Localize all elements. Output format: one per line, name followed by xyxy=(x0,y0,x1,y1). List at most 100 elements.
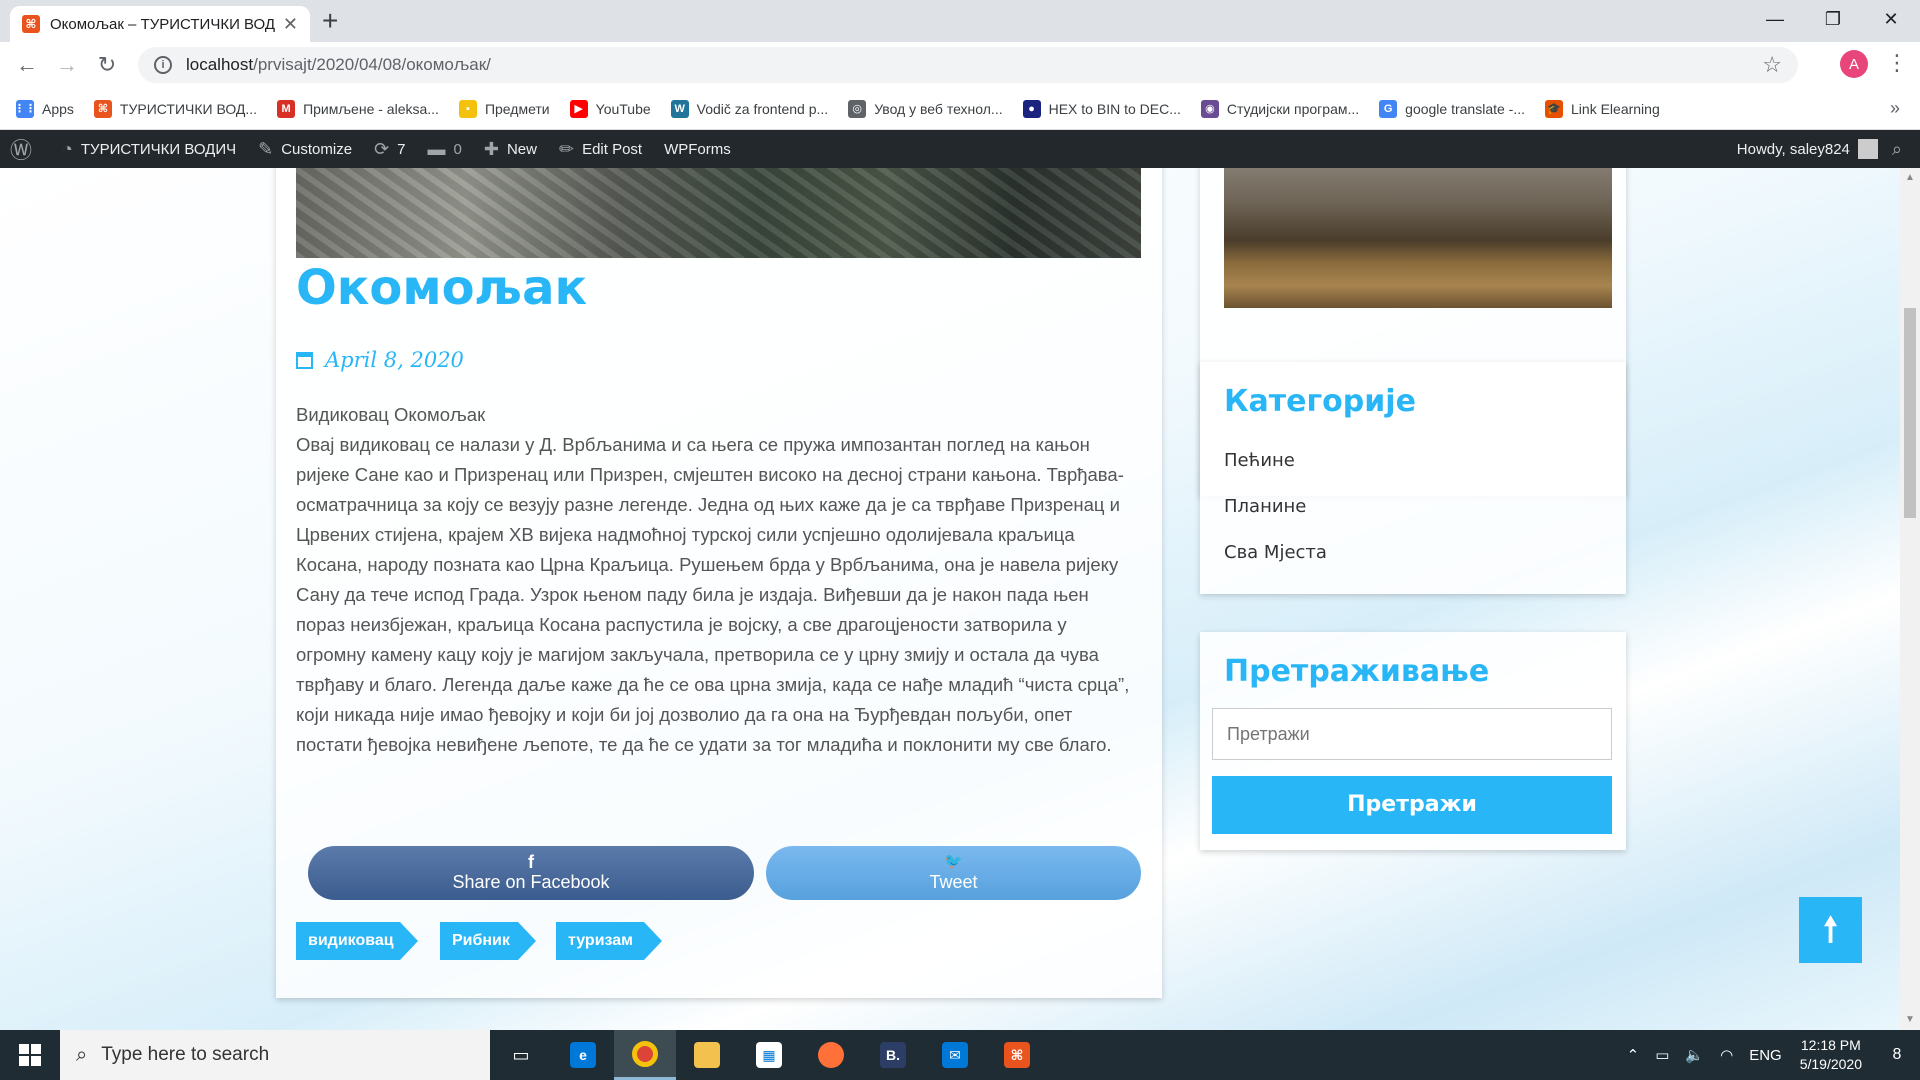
post-body-text: Овај видиковац се налази у Д. Врбљанима … xyxy=(296,434,1130,755)
file-explorer-icon[interactable] xyxy=(676,1030,738,1080)
bookmark-item[interactable]: ◎ Увод у веб технол... xyxy=(848,99,1003,118)
store-icon[interactable]: ▦ xyxy=(738,1030,800,1080)
browser-tab[interactable]: ⌘ Окомољак – ТУРИСТИЧКИ ВОДИ ✕ xyxy=(10,6,310,42)
admin-howdy[interactable]: Howdy, saley824 xyxy=(1737,141,1850,158)
bootstrap-studio-icon[interactable]: B. xyxy=(862,1030,924,1080)
restore-icon[interactable]: ❐ xyxy=(1804,0,1862,38)
admin-search-icon[interactable]: ⌕ xyxy=(1892,139,1902,160)
post-date[interactable]: April 8, 2020 xyxy=(296,348,464,372)
bookmark-item[interactable]: M Примљене - aleksa... xyxy=(277,99,439,118)
windows-logo-icon xyxy=(19,1044,41,1066)
wp-admin-bar: Ⓦ ◔ ТУРИСТИЧКИ ВОДИЧ ✎ Customize ⟳ 7 ▬ 0 ✚ Ne… xyxy=(0,130,1920,168)
scroll-up-icon[interactable]: ▲ xyxy=(1905,172,1915,183)
page-scrollbar[interactable]: ▲ ▼ xyxy=(1900,168,1920,1030)
admin-updates[interactable]: ⟳ 7 xyxy=(374,139,405,160)
chevron-up-icon[interactable]: ⌃ xyxy=(1627,1046,1640,1064)
tab-title: Окомољак – ТУРИСТИЧКИ ВОДИ xyxy=(50,15,275,33)
tab-close-icon[interactable]: ✕ xyxy=(283,14,298,35)
address-bar[interactable]: i localhost/prvisajt/2020/04/08/окомољак… xyxy=(138,47,1798,83)
share-twitter-label: Tweet xyxy=(929,872,978,892)
url-host: localhost xyxy=(186,55,254,74)
bookmark-item[interactable]: ◉ Студијски програм... xyxy=(1200,99,1359,118)
bookmark-label: google translate -... xyxy=(1405,100,1526,117)
info-icon[interactable]: i xyxy=(154,56,172,74)
wifi-icon[interactable]: ◠ xyxy=(1720,1046,1733,1064)
post-content: Видиковац Окомољак Овај видиковац се нал… xyxy=(296,400,1141,760)
category-link[interactable]: Сва Мјеста xyxy=(1224,542,1327,563)
bookmark-item[interactable]: ● HEX to BIN to DEC... xyxy=(1022,99,1181,118)
user-avatar[interactable] xyxy=(1857,139,1878,159)
bookmark-favicon-icon: ▶ xyxy=(569,99,588,118)
volume-icon[interactable]: 🔈 xyxy=(1685,1046,1704,1064)
browser-menu-icon[interactable]: ⋮ xyxy=(1886,50,1908,76)
bookmark-favicon-icon: W xyxy=(670,99,689,118)
close-window-icon[interactable]: ✕ xyxy=(1862,0,1920,38)
back-icon[interactable]: ← xyxy=(12,50,42,80)
admin-comments[interactable]: ▬ 0 xyxy=(428,139,462,160)
bookmark-item[interactable]: W Vodič za frontend p... xyxy=(670,99,828,118)
clock-date: 5/19/2020 xyxy=(1799,1056,1862,1072)
notifications-icon[interactable]: 8 xyxy=(1880,1038,1914,1072)
bookmark-label: HEX to BIN to DEC... xyxy=(1048,100,1181,117)
bookmark-label: YouTube xyxy=(595,100,651,117)
bookmark-star-icon[interactable]: ☆ xyxy=(1762,52,1782,78)
clock[interactable]: 12:18 PM 5/19/2020 xyxy=(1800,1036,1862,1074)
bookmark-item[interactable]: ⌘ ТУРИСТИЧКИ ВОД... xyxy=(93,99,257,118)
xampp-favicon-icon: ⌘ xyxy=(22,15,40,33)
taskbar-search[interactable]: ⌕ Type here to search xyxy=(60,1030,490,1080)
bookmarks-overflow-icon[interactable]: » xyxy=(1890,98,1900,119)
admin-customize[interactable]: ✎ Customize xyxy=(258,139,352,160)
language-indicator[interactable]: ENG xyxy=(1749,1047,1782,1064)
sidebar-landscape-image xyxy=(1224,168,1612,308)
reload-icon[interactable]: ↻ xyxy=(92,50,122,80)
bookmark-item[interactable]: ⋮⋮ Apps xyxy=(14,99,74,118)
minimize-icon[interactable]: — xyxy=(1746,0,1804,38)
windows-taskbar: ⌕ Type here to search ▭ e ▦ B. ✉ ⌘ ⌃ ▭ 🔈… xyxy=(0,1030,1920,1080)
forward-icon[interactable]: → xyxy=(52,50,82,80)
scroll-thumb[interactable] xyxy=(1904,308,1916,518)
page-viewport: Окомољак April 8, 2020 Видиковац Окомоља… xyxy=(0,168,1900,1030)
admin-edit-post[interactable]: ✏ Edit Post xyxy=(559,139,642,160)
pencil-icon: ✏ xyxy=(558,138,575,159)
firefox-icon[interactable] xyxy=(800,1030,862,1080)
post-title: Окомољак xyxy=(296,260,588,316)
admin-site-name[interactable]: ◔ ТУРИСТИЧКИ ВОДИЧ xyxy=(62,139,236,160)
category-link[interactable]: Пећине xyxy=(1224,450,1295,471)
profile-avatar[interactable]: A xyxy=(1840,50,1868,78)
new-tab-icon[interactable]: + xyxy=(322,6,338,36)
admin-wpforms[interactable]: WPForms xyxy=(664,141,731,158)
tag-link[interactable]: видиковац xyxy=(296,922,418,960)
wordpress-logo-icon[interactable]: Ⓦ xyxy=(10,133,40,165)
bookmarks-bar: ⋮⋮ Apps ⌘ ТУРИСТИЧКИ ВОД... M Примљене - alek… xyxy=(0,88,1920,130)
search-button[interactable]: Претражи xyxy=(1212,776,1612,834)
search-input[interactable] xyxy=(1212,708,1612,760)
back-to-top-button[interactable]: 🠕 xyxy=(1799,897,1862,963)
calendar-icon xyxy=(296,351,313,369)
battery-icon[interactable]: ▭ xyxy=(1655,1046,1669,1064)
category-link[interactable]: Планине xyxy=(1224,496,1306,517)
admin-new[interactable]: ✚ New xyxy=(484,139,537,160)
bookmark-favicon-icon: ⋮⋮ xyxy=(14,99,36,118)
bookmark-item[interactable]: ▶ YouTube xyxy=(569,99,651,118)
tag-link[interactable]: Рибник xyxy=(440,922,536,960)
task-view-icon[interactable]: ▭ xyxy=(490,1030,552,1080)
share-twitter-button[interactable]: 🐦 Tweet xyxy=(766,846,1141,900)
bookmark-favicon-icon: G xyxy=(1379,99,1398,118)
browser-toolbar: ← → ↻ i localhost/prvisajt/2020/04/08/ок… xyxy=(0,42,1920,88)
chrome-icon[interactable] xyxy=(614,1030,676,1080)
clock-time: 12:18 PM xyxy=(1800,1037,1861,1053)
bookmark-item[interactable]: ▪ Предмети xyxy=(458,99,550,118)
scroll-down-icon[interactable]: ▼ xyxy=(1905,1014,1915,1025)
xampp-icon[interactable]: ⌘ xyxy=(986,1030,1048,1080)
share-facebook-button[interactable]: f Share on Facebook xyxy=(308,846,754,900)
bookmark-favicon-icon: ◉ xyxy=(1200,99,1219,118)
bookmark-item[interactable]: Ggoogle translate -... xyxy=(1379,99,1526,118)
url-text[interactable]: localhost/prvisajt/2020/04/08/окомољак/ xyxy=(186,55,1762,75)
edge-icon[interactable]: e xyxy=(552,1030,614,1080)
tag-link[interactable]: туризам xyxy=(556,922,662,960)
bookmark-label: Увод у веб технол... xyxy=(874,100,1003,117)
start-button[interactable] xyxy=(0,1030,60,1080)
mail-icon[interactable]: ✉ xyxy=(924,1030,986,1080)
bookmark-item[interactable]: 🎓 Link Elearning xyxy=(1545,99,1660,118)
browser-tab-bar: ⌘ Окомољак – ТУРИСТИЧКИ ВОДИ ✕ + — ❐ ✕ xyxy=(0,0,1920,42)
